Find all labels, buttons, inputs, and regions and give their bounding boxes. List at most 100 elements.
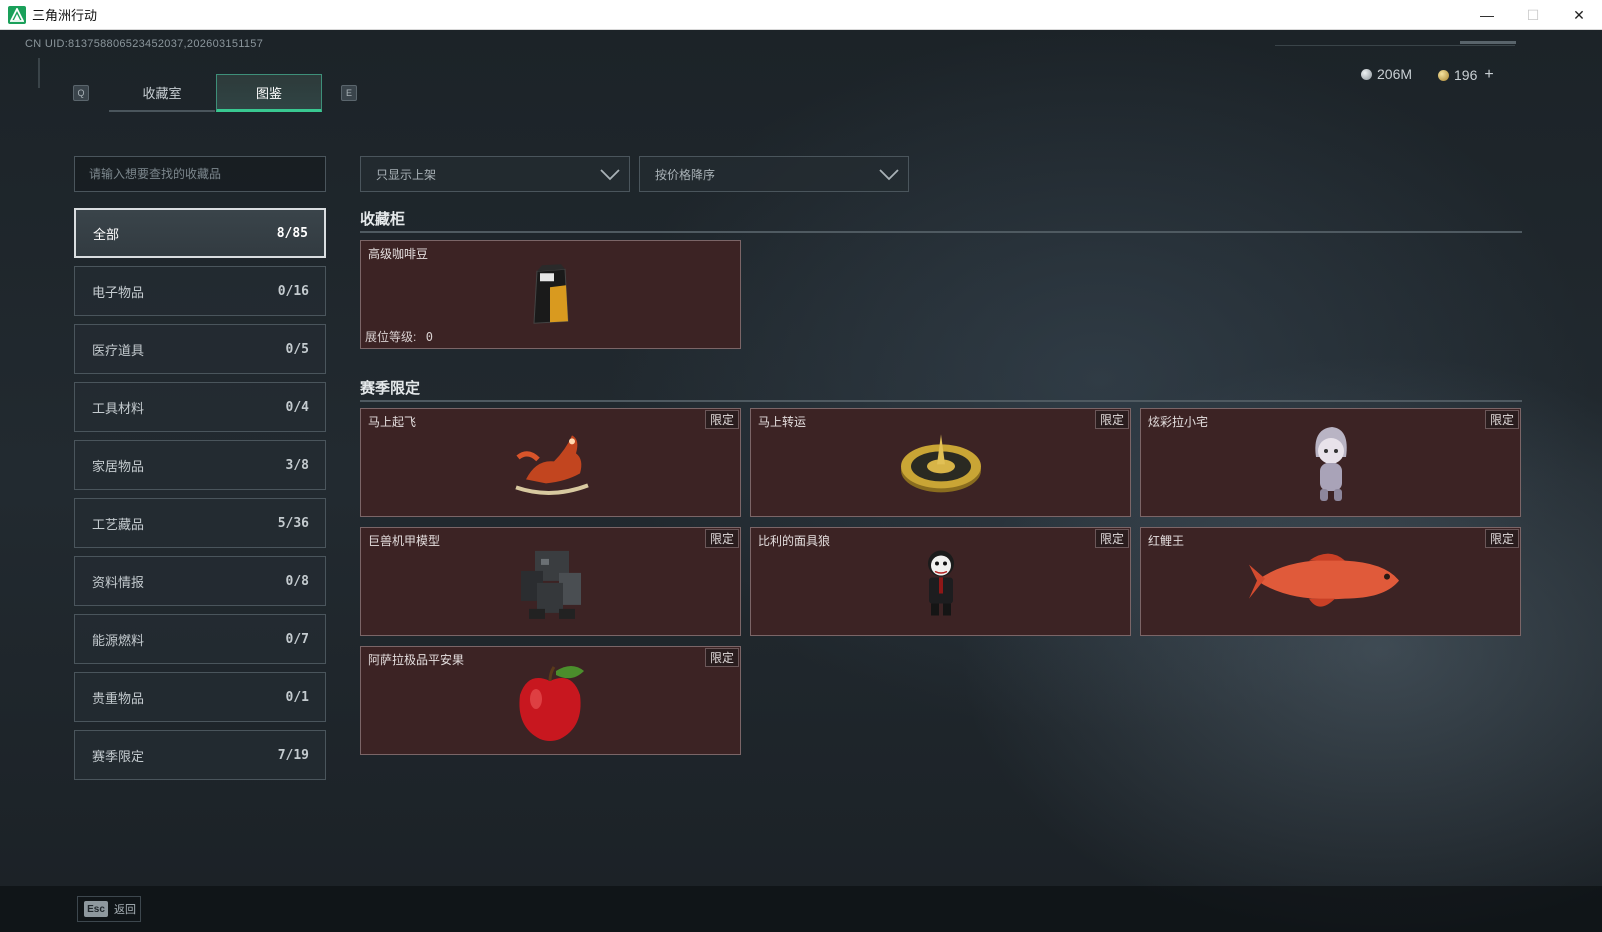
- user-uid: CN UID:813758806523452037,202603151157: [25, 38, 264, 50]
- search-input[interactable]: [74, 156, 326, 192]
- category-energy[interactable]: 能源燃料 0/7: [74, 614, 326, 664]
- item-name: 阿萨拉极品平安果: [368, 653, 465, 667]
- display-level-label: 展位等级:: [365, 330, 417, 344]
- category-medical[interactable]: 医疗道具 0/5: [74, 324, 326, 374]
- category-label: 全部: [93, 226, 120, 242]
- collection-card[interactable]: 比利的面具狼 限定: [750, 527, 1131, 636]
- limited-badge: 限定: [1484, 410, 1519, 429]
- maximize-icon[interactable]: ☐: [1510, 0, 1556, 30]
- currency-gold: 196 +: [1438, 66, 1494, 84]
- limited-badge: 限定: [1094, 410, 1129, 429]
- sort-dropdown[interactable]: 按价格降序: [639, 156, 909, 192]
- tab-catalog[interactable]: 图鉴: [216, 74, 322, 112]
- category-label: 医疗道具: [92, 342, 145, 358]
- category-tools[interactable]: 工具材料 0/4: [74, 382, 326, 432]
- rocking-horse-icon: [506, 429, 596, 502]
- category-label: 资料情报: [92, 574, 145, 590]
- window-title: 三角洲行动: [32, 8, 98, 23]
- item-name: 巨兽机甲模型: [368, 534, 441, 548]
- chevron-down-icon: [600, 169, 620, 181]
- item-name: 马上转运: [758, 415, 807, 429]
- limited-badge: 限定: [704, 529, 739, 548]
- bottom-bar: Esc 返回: [0, 886, 1602, 932]
- category-label: 赛季限定: [92, 748, 145, 764]
- esc-key-badge: Esc: [84, 901, 108, 917]
- item-name: 高级咖啡豆: [368, 247, 429, 261]
- coffee-bag-icon: [528, 263, 574, 332]
- tab-prev-key[interactable]: Q: [73, 85, 89, 101]
- collection-card[interactable]: 阿萨拉极品平安果 限定: [360, 646, 741, 755]
- category-count: 0/1: [285, 689, 309, 705]
- silver-amount: 206M: [1377, 66, 1413, 82]
- category-label: 工具材料: [92, 400, 145, 416]
- category-label: 工艺藏品: [92, 516, 145, 532]
- category-intel[interactable]: 资料情报 0/8: [74, 556, 326, 606]
- category-label: 家居物品: [92, 458, 145, 474]
- back-label: 返回: [114, 904, 136, 916]
- section-title-cabinet: 收藏柜: [360, 211, 406, 228]
- collection-card[interactable]: 马上起飞 限定: [360, 408, 741, 517]
- section-divider: [360, 231, 1522, 233]
- limited-badge: 限定: [704, 410, 739, 429]
- game-viewport: CN UID:813758806523452037,202603151157 2…: [0, 30, 1602, 932]
- limited-badge: 限定: [704, 648, 739, 667]
- mech-model-icon: [511, 542, 591, 627]
- category-count: 0/8: [285, 573, 309, 589]
- category-count: 5/36: [277, 515, 309, 531]
- back-button[interactable]: Esc 返回: [77, 896, 141, 922]
- display-level-value: 0: [425, 330, 433, 344]
- window-titlebar: 三角洲行动 — ☐ ✕: [0, 0, 1602, 30]
- category-all[interactable]: 全部 8/85: [74, 208, 326, 258]
- red-apple-icon: [514, 660, 588, 747]
- category-season-limited[interactable]: 赛季限定 7/19: [74, 730, 326, 780]
- collection-card[interactable]: 炫彩拉小宅 限定: [1140, 408, 1521, 517]
- limited-badge: 限定: [1484, 529, 1519, 548]
- category-crafts[interactable]: 工艺藏品 5/36: [74, 498, 326, 548]
- limited-badge: 限定: [1094, 529, 1129, 548]
- currency-silver: 206M: [1361, 66, 1412, 82]
- gold-coin-icon: [1438, 69, 1449, 81]
- item-name: 马上起飞: [368, 415, 417, 429]
- minimize-icon[interactable]: —: [1464, 0, 1510, 30]
- sort-value: 按价格降序: [655, 167, 716, 182]
- category-count: 0/5: [285, 341, 309, 357]
- header-divider-accent: [1460, 41, 1516, 44]
- silver-coin-icon: [1361, 68, 1372, 80]
- category-label: 电子物品: [92, 284, 145, 300]
- tab-next-key[interactable]: E: [341, 85, 357, 101]
- item-name: 红鲤王: [1148, 534, 1185, 548]
- category-label: 贵重物品: [92, 690, 145, 706]
- category-valuables[interactable]: 贵重物品 0/1: [74, 672, 326, 722]
- header-divider: [1275, 45, 1515, 46]
- tab-collection-room[interactable]: 收藏室: [109, 74, 215, 112]
- category-label: 能源燃料: [92, 632, 145, 648]
- listing-filter-dropdown[interactable]: 只显示上架: [360, 156, 630, 192]
- collection-card[interactable]: 马上转运 限定: [750, 408, 1131, 517]
- section-title-season: 赛季限定: [360, 380, 421, 397]
- category-count: 0/16: [277, 283, 309, 299]
- masked-doll-icon: [919, 547, 963, 622]
- left-edge-mark: [38, 58, 40, 88]
- app-logo-icon: [8, 5, 26, 24]
- chevron-down-icon: [879, 169, 899, 181]
- category-count: 7/19: [277, 747, 309, 763]
- gold-roulette-icon: [899, 430, 983, 501]
- section-divider: [360, 400, 1522, 402]
- collection-card[interactable]: 高级咖啡豆 展位等级: 0: [360, 240, 741, 349]
- collection-card[interactable]: 巨兽机甲模型 限定: [360, 527, 741, 636]
- collection-card[interactable]: 红鲤王 限定: [1140, 527, 1521, 636]
- red-carp-icon: [1248, 546, 1413, 623]
- category-electronics[interactable]: 电子物品 0/16: [74, 266, 326, 316]
- gold-amount: 196: [1454, 67, 1478, 83]
- hooded-figurine-icon: [1308, 422, 1354, 509]
- category-count: 3/8: [285, 457, 309, 473]
- category-household[interactable]: 家居物品 3/8: [74, 440, 326, 490]
- add-currency-button[interactable]: +: [1484, 66, 1493, 84]
- category-count: 0/7: [285, 631, 309, 647]
- item-name: 炫彩拉小宅: [1148, 415, 1209, 429]
- category-count: 0/4: [285, 399, 309, 415]
- item-name: 比利的面具狼: [758, 534, 831, 548]
- category-count: 8/85: [276, 225, 308, 241]
- close-icon[interactable]: ✕: [1556, 0, 1602, 30]
- listing-filter-value: 只显示上架: [376, 167, 437, 182]
